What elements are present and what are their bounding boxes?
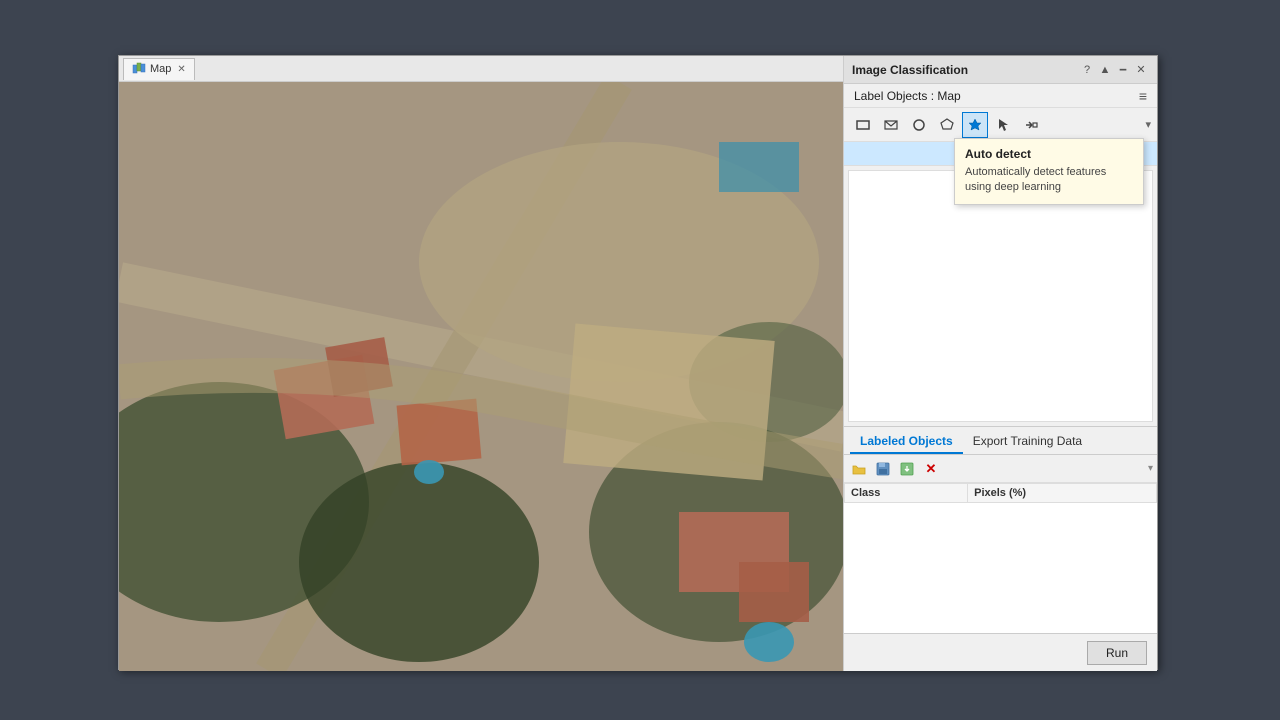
labeled-objects-section: Labeled Objects Export Training Data ✕ [844, 426, 1157, 633]
export-button[interactable] [896, 458, 918, 480]
map-image [119, 82, 845, 671]
map-tab-close[interactable]: ✕ [177, 64, 185, 75]
select-icon [996, 118, 1010, 132]
run-area: Run [844, 633, 1157, 671]
mini-toolbar: ✕ ▾ [844, 455, 1157, 483]
auto-detect-tooltip: Auto detect Automatically detect feature… [954, 138, 1144, 205]
desktop: Map ✕ ▾ [0, 0, 1280, 720]
save-icon [876, 462, 890, 476]
class-column-header: Class [845, 484, 968, 503]
ic-title-buttons: ? ▲ 🗕 ✕ [1079, 62, 1149, 78]
close-panel-button[interactable]: ✕ [1133, 62, 1149, 78]
collapse-up-button[interactable]: ▲ [1097, 62, 1113, 78]
folder-icon [852, 462, 866, 476]
table-area: Class Pixels (%) [844, 483, 1157, 633]
action-icon [1024, 118, 1038, 132]
run-button[interactable]: Run [1087, 641, 1147, 665]
map-tab[interactable]: Map ✕ [123, 58, 195, 80]
delete-button[interactable]: ✕ [920, 458, 942, 480]
action-tool-button[interactable] [1018, 112, 1044, 138]
circle-icon [912, 118, 926, 132]
polygon-tool-button[interactable] [934, 112, 960, 138]
labeled-objects-tab[interactable]: Labeled Objects [850, 430, 963, 454]
labeled-tabs: Labeled Objects Export Training Data [844, 427, 1157, 455]
mini-scroll-arrow[interactable]: ▾ [1148, 463, 1153, 474]
save-button[interactable] [872, 458, 894, 480]
map-tab-icon [132, 62, 146, 76]
map-area [119, 82, 845, 671]
main-drawing-area [848, 170, 1153, 422]
main-window: Map ✕ ▾ [118, 55, 1158, 670]
rectangle-tool-button[interactable] [850, 112, 876, 138]
ic-menu-button[interactable]: ≡ [1139, 88, 1147, 104]
help-button[interactable]: ? [1079, 62, 1095, 78]
tooltip-title: Auto detect [965, 147, 1133, 161]
ic-panel: Image Classification ? ▲ 🗕 ✕ Label Objec… [843, 56, 1157, 671]
open-folder-button[interactable] [848, 458, 870, 480]
tooltip-description: Automatically detect features using deep… [965, 165, 1133, 196]
labeled-objects-table: Class Pixels (%) [844, 483, 1157, 503]
envelope-icon [884, 118, 898, 132]
ic-titlebar: Image Classification ? ▲ 🗕 ✕ [844, 56, 1157, 84]
toolbar-scroll[interactable]: ▾ [1145, 118, 1151, 131]
export-training-tab[interactable]: Export Training Data [963, 430, 1092, 454]
envelope-tool-button[interactable] [878, 112, 904, 138]
select-tool-button[interactable] [990, 112, 1016, 138]
ic-panel-title: Image Classification [852, 63, 1079, 77]
drawing-toolbar: ▾ Auto detect Automatically detect featu… [844, 108, 1157, 142]
export-icon [900, 462, 914, 476]
pixels-column-header: Pixels (%) [968, 484, 1157, 503]
rectangle-icon [856, 118, 870, 132]
circle-tool-button[interactable] [906, 112, 932, 138]
map-tab-label: Map [150, 63, 171, 75]
ic-subtitle: Label Objects : Map [854, 89, 961, 103]
ic-subtitle-bar: Label Objects : Map ≡ [844, 84, 1157, 108]
auto-detect-icon [968, 118, 982, 132]
pin-button[interactable]: 🗕 [1115, 62, 1131, 78]
polygon-icon [940, 118, 954, 132]
auto-detect-button[interactable] [962, 112, 988, 138]
